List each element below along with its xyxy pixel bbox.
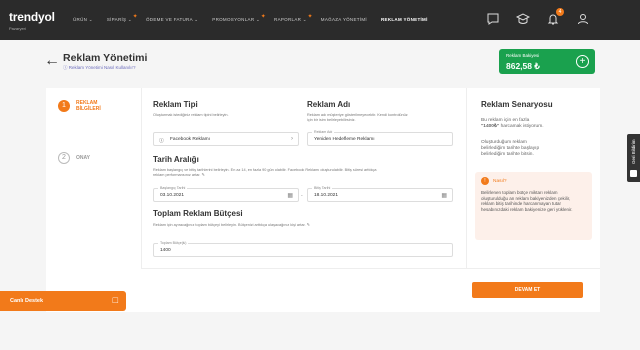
end-date-field[interactable]: Bitiş Tarihi 18.10.2021 ▦ xyxy=(307,186,453,202)
nav-item-label: MAĞAZA YÖNETİMİ xyxy=(320,17,367,22)
calendar-icon[interactable]: ▦ xyxy=(287,192,293,199)
nav-item-label: SİPARİŞ ⌄ xyxy=(106,17,132,22)
nav-item-label: RAPORLAR ⌄ xyxy=(274,17,307,22)
edit-icon: ✎ xyxy=(201,173,205,177)
add-balance-button[interactable]: + xyxy=(576,55,589,68)
scenario-line: belirlediğim tarihte bitsin. xyxy=(481,152,534,157)
pin-icon: ✦ xyxy=(307,14,313,20)
nav-item-label: ÖDEME VE FATURA ⌄ xyxy=(145,17,199,22)
ad-name-field-label: Reklam Adı xyxy=(312,130,335,134)
edit-icon: ✎ xyxy=(306,223,310,227)
end-date-value: 18.10.2021 xyxy=(314,193,339,198)
live-support-label: Canlı Destek xyxy=(10,298,44,304)
academy-icon[interactable] xyxy=(515,12,531,26)
ad-name-field[interactable]: Reklam Adı Yeniden Hedefleme Reklamı xyxy=(307,130,453,146)
step-label: ONAY xyxy=(76,155,90,161)
ad-type-value: Facebook Reklamı xyxy=(170,137,210,142)
info-heading-text: Nasıl? xyxy=(493,178,507,184)
ad-type-select[interactable]: ⓘ Facebook Reklamı › xyxy=(153,132,299,146)
scenario-text: harcamak istiyorum. xyxy=(499,124,544,129)
scenario-amount: "1400₺" xyxy=(481,124,500,129)
date-range-title: Tarih Aralığı xyxy=(153,155,199,164)
budget-field-label: Toplam Bütçe(₺) xyxy=(158,241,189,245)
pin-icon: ✦ xyxy=(132,14,138,20)
user-icon[interactable] xyxy=(576,12,590,26)
brand-subtitle: Pazaryeri xyxy=(9,26,26,31)
scenario-title: Reklam Senaryosu xyxy=(481,100,553,109)
date-range-desc-line: reklam performansınız artar. ✎ xyxy=(153,173,453,178)
nav-item-raporlar[interactable]: RAPORLAR ⌄ ✦ xyxy=(274,14,312,23)
feedback-label: Geri Bildirim xyxy=(631,139,636,164)
back-arrow-icon[interactable]: ← xyxy=(44,52,60,70)
nav-item-urun[interactable]: ÜRÜN ⌄ xyxy=(73,17,93,23)
facebook-icon: ⓘ xyxy=(159,139,164,144)
steps-panel: 1 REKLAM BİLGİLERİ 2 ONAY xyxy=(46,88,141,312)
step-label-line: BİLGİLERİ xyxy=(76,106,101,112)
feedback-side-tab[interactable]: Geri Bildirim xyxy=(627,134,640,182)
step-number: 2 xyxy=(58,152,70,164)
chat-bubble-icon: □ xyxy=(112,295,118,305)
step-ad-info[interactable]: 1 REKLAM BİLGİLERİ xyxy=(58,100,101,112)
main-menu: ÜRÜN ⌄ SİPARİŞ ⌄ ✦ ÖDEME VE FATURA ⌄ PROM… xyxy=(73,14,428,23)
start-date-value: 03.10.2021 xyxy=(160,193,185,198)
ad-name-desc: Reklam adı müşteriye gösterilmeyecektir.… xyxy=(307,113,408,123)
calendar-icon[interactable]: ▦ xyxy=(441,192,447,199)
help-link[interactable]: ⓘ Reklam Yönetimi Nasıl Kullanılır? xyxy=(63,65,135,71)
notification-badge: 4 xyxy=(556,8,564,16)
date-separator: - xyxy=(301,193,303,199)
live-support-button[interactable]: Canlı Destek □ xyxy=(0,291,126,311)
info-box: ! Nasıl? Belirlenen toplam bütçe miktarı… xyxy=(475,172,592,240)
nav-item-label: REKLAM YÖNETİMİ xyxy=(380,17,428,22)
nav-item-label: ÜRÜN ⌄ xyxy=(73,17,93,22)
chevron-right-icon: › xyxy=(291,136,293,142)
nav-item-reklam-yonetimi[interactable]: REKLAM YÖNETİMİ xyxy=(381,17,428,23)
end-date-label: Bitiş Tarihi xyxy=(312,186,333,190)
brand-logo[interactable]: trendyol xyxy=(9,10,55,24)
feedback-icon xyxy=(630,170,637,177)
pin-icon: ✦ xyxy=(260,14,267,20)
scenario-line: "1400₺" harcamak istiyorum. xyxy=(481,124,581,130)
continue-button[interactable]: DEVAM ET xyxy=(472,282,583,298)
budget-desc: Reklam için ayıracağınız toplam bütçeyi … xyxy=(153,223,453,228)
chat-icon[interactable] xyxy=(486,12,500,26)
budget-desc-text: Reklam için ayıracağınız toplam bütçeyi … xyxy=(153,223,306,227)
step-label: REKLAM BİLGİLERİ xyxy=(76,100,101,112)
scenario-text-2: Oluşturduğum reklam belirlediğim tarihte… xyxy=(481,140,581,158)
ad-type-title: Reklam Tipi xyxy=(153,100,198,109)
scenario-panel: Reklam Senaryosu Bu reklam için en fazla… xyxy=(466,88,600,268)
scenario-text-1: Bu reklam için en fazla "1400₺" harcamak… xyxy=(481,118,581,130)
step-approval[interactable]: 2 ONAY xyxy=(58,152,90,164)
step-number: 1 xyxy=(58,100,70,112)
ad-type-desc: Oluşturmak istediğiniz reklam tipini bel… xyxy=(153,113,229,117)
info-text: Belirlenen toplam bütçe miktarı reklam o… xyxy=(481,190,573,212)
start-date-label: Başlangıç Tarihi xyxy=(158,186,188,190)
nav-item-label: PROMOSYONLAR ⌄ xyxy=(212,17,261,22)
ad-name-title: Reklam Adı xyxy=(307,100,351,109)
date-range-desc-text: reklam performansınız artar. xyxy=(153,173,201,177)
balance-label: Reklam Bakiyesi xyxy=(506,53,540,58)
info-heading: ! Nasıl? xyxy=(481,177,507,185)
ad-form: Reklam Tipi Oluşturmak istediğiniz rekla… xyxy=(141,88,466,268)
budget-value: 1400 xyxy=(160,248,171,253)
nav-item-odeme-fatura[interactable]: ÖDEME VE FATURA ⌄ xyxy=(146,17,198,23)
nav-item-siparis[interactable]: SİPARİŞ ⌄ ✦ xyxy=(106,14,138,23)
help-link-label: Reklam Yönetimi Nasıl Kullanılır? xyxy=(68,65,136,70)
nav-item-promosyonlar[interactable]: PROMOSYONLAR ⌄ ✦ xyxy=(212,14,265,23)
bell-icon[interactable]: 4 xyxy=(546,8,564,26)
info-icon: ! xyxy=(481,177,489,185)
budget-field[interactable]: Toplam Bütçe(₺) 1400 xyxy=(153,241,453,257)
budget-title: Toplam Reklam Bütçesi xyxy=(153,209,243,218)
nav-item-magaza-yonetimi[interactable]: MAĞAZA YÖNETİMİ xyxy=(321,17,367,23)
start-date-field[interactable]: Başlangıç Tarihi 03.10.2021 ▦ xyxy=(153,186,299,202)
ad-balance-card: Reklam Bakiyesi 862,58 ₺ + xyxy=(499,49,595,74)
ad-name-value: Yeniden Hedefleme Reklamı xyxy=(314,137,375,142)
nav-icons: 4 xyxy=(486,8,590,26)
date-range-desc: Reklam başlangıç ve bitiş tarihlerini be… xyxy=(153,168,453,178)
balance-value: 862,58 ₺ xyxy=(506,61,540,71)
page-title: Reklam Yönetimi xyxy=(63,52,148,64)
ad-name-desc-line: için bir isim belirleyebilirsiniz. xyxy=(307,118,356,122)
top-navigation: trendyol Pazaryeri ÜRÜN ⌄ SİPARİŞ ⌄ ✦ ÖDE… xyxy=(0,0,640,40)
